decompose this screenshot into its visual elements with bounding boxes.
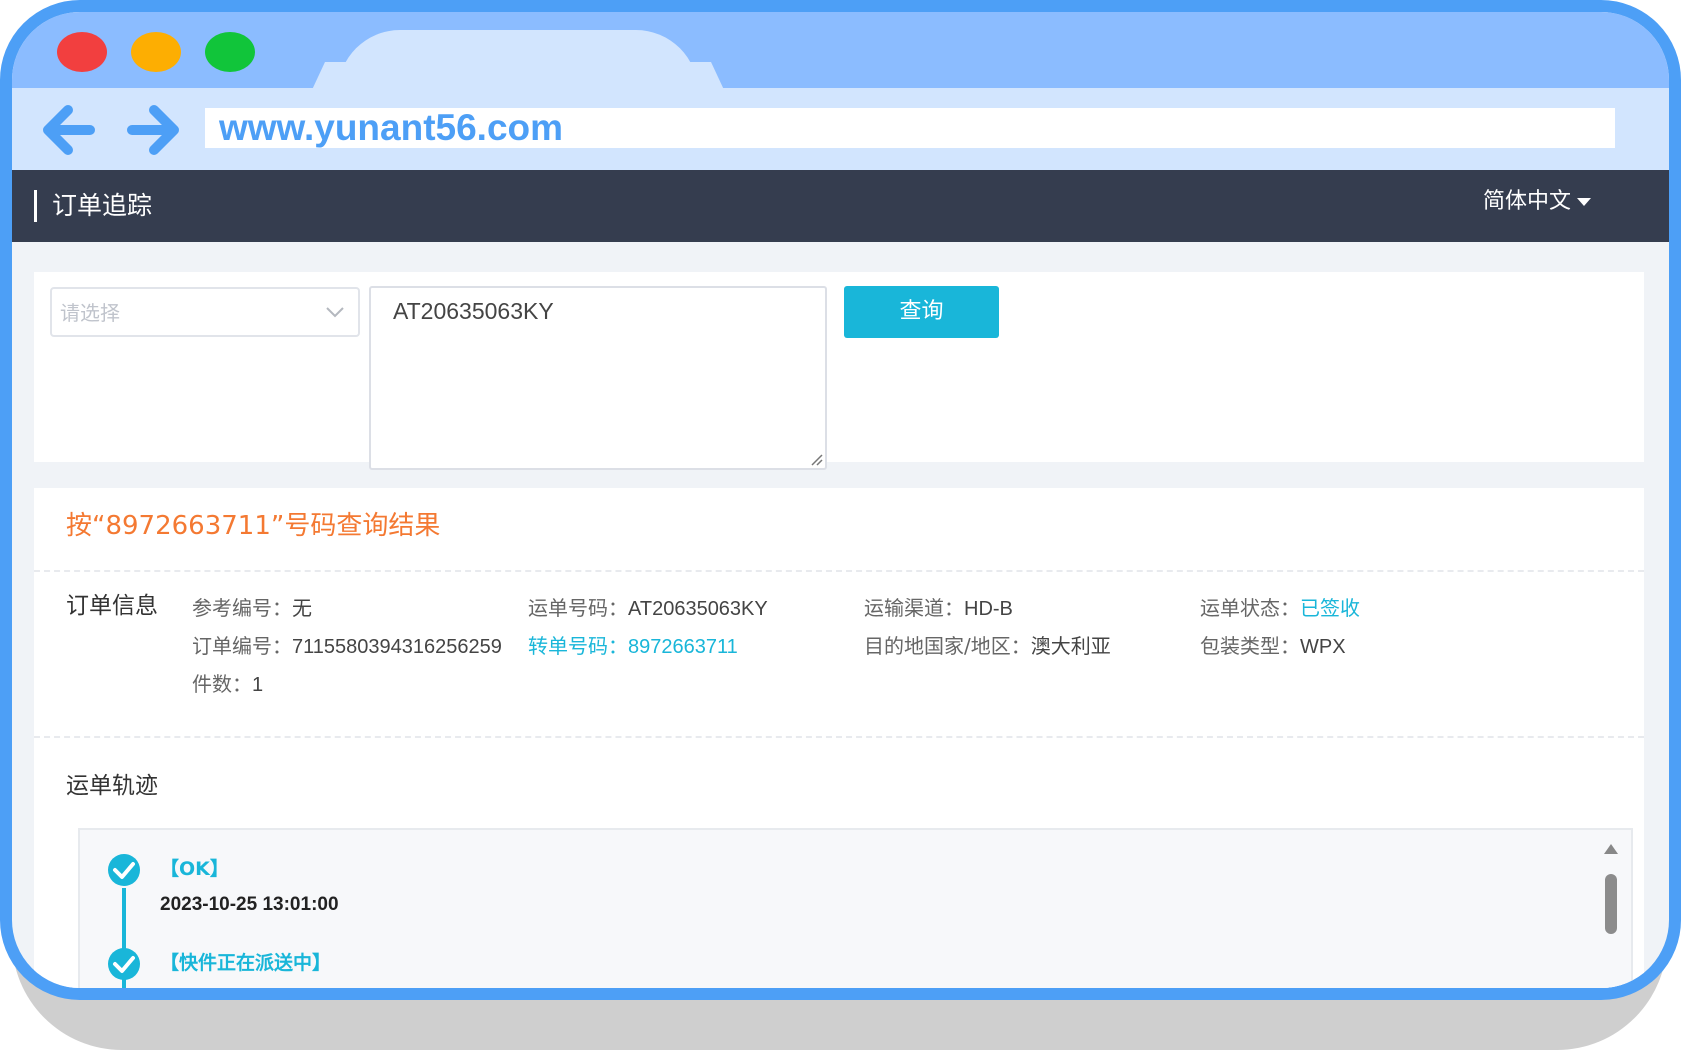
timeline-event-time: 2023-10-25 13:01:00 [160,894,339,915]
header-accent-bar [34,190,37,222]
ref-no-label: 参考编号： [192,596,292,620]
carrier-select[interactable]: 请选择 [50,287,360,337]
ref-no-field: 参考编号：无 [192,588,312,629]
pieces-field: 件数：1 [192,664,263,705]
ref-no-value: 无 [292,598,312,620]
language-label: 简体中文 [1482,189,1571,214]
page-title: 订单追踪 [52,191,153,220]
tracking-number-value: AT20635063KY [393,298,554,324]
caret-down-icon [1577,198,1591,206]
transfer-no-label: 转单号码： [528,634,628,658]
browser-tab[interactable] [338,30,698,92]
status-field: 运单状态：已签收 [1200,588,1360,628]
package-label: 包装类型： [1200,634,1300,658]
channel-field: 运输渠道：HD-B [864,588,1013,629]
waybill-field: 运单号码：AT20635063KY [528,588,768,629]
transfer-no-link[interactable]: 8972663711 [628,636,738,658]
result-title: 按“8972663711”号码查询结果 [66,511,441,541]
language-selector[interactable]: 简体中文 [1483,182,1591,222]
app-header: 订单追踪 简体中文 [12,170,1669,242]
order-no-value: 7115580394316256259 [292,636,502,658]
search-panel: 请选择 AT20635063KY 查询 [34,272,1644,470]
pieces-value: 1 [252,674,264,696]
divider [34,570,1644,572]
transfer-no-field[interactable]: 转单号码：8972663711 [528,626,738,667]
waybill-label: 运单号码： [528,596,628,620]
channel-value: HD-B [964,598,1013,620]
browser-window: www.yunant56.com 订单追踪 简体中文 请选择 AT2063506… [0,0,1681,1000]
address-bar[interactable]: www.yunant56.com [205,108,1615,148]
forward-arrow-icon[interactable] [124,102,184,158]
status-label: 运单状态： [1200,596,1300,620]
destination-label: 目的地国家/地区： [864,634,1031,658]
browser-navbar: www.yunant56.com [12,88,1669,170]
timeline-event-status: 【OK】 [160,858,229,880]
title-bar [12,12,1669,92]
order-no-field: 订单编号：7115580394316256259 [192,626,502,667]
check-circle-icon [108,854,140,886]
waybill-value: AT20635063KY [628,598,768,620]
scroll-up-icon[interactable] [1604,844,1618,854]
timeline-event-status: 【快件正在派送中】 [160,952,332,974]
tracking-number-input[interactable]: AT20635063KY [369,286,827,470]
chevron-down-icon [326,307,344,318]
destination-field: 目的地国家/地区：澳大利亚 [864,626,1111,667]
tracking-label: 运单轨迹 [66,773,158,799]
destination-value: 澳大利亚 [1030,636,1111,658]
tracking-timeline: 【OK】 2023-10-25 13:01:00 【快件正在派送中】 [78,828,1633,988]
order-info-label: 订单信息 [66,593,158,619]
scroll-thumb[interactable] [1605,874,1617,934]
check-circle-icon [108,948,140,980]
maximize-window-button[interactable] [205,32,255,72]
timeline-scrollbar[interactable] [1601,840,1621,988]
package-field: 包装类型：WPX [1200,626,1346,667]
pieces-label: 件数： [192,672,252,696]
query-button[interactable]: 查询 [844,286,999,338]
back-arrow-icon[interactable] [38,102,98,158]
resize-grip-icon[interactable] [809,452,823,466]
channel-label: 运输渠道： [864,596,964,620]
status-badge: 已签收 [1300,596,1360,620]
order-no-label: 订单编号： [192,634,292,658]
select-placeholder: 请选择 [60,301,120,325]
package-value: WPX [1300,636,1346,658]
timeline-connector [122,888,126,988]
minimize-window-button[interactable] [131,32,181,72]
close-window-button[interactable] [57,32,107,72]
result-panel: 按“8972663711”号码查询结果 订单信息 参考编号：无 运单号码：AT2… [34,488,1644,988]
divider [34,736,1644,738]
